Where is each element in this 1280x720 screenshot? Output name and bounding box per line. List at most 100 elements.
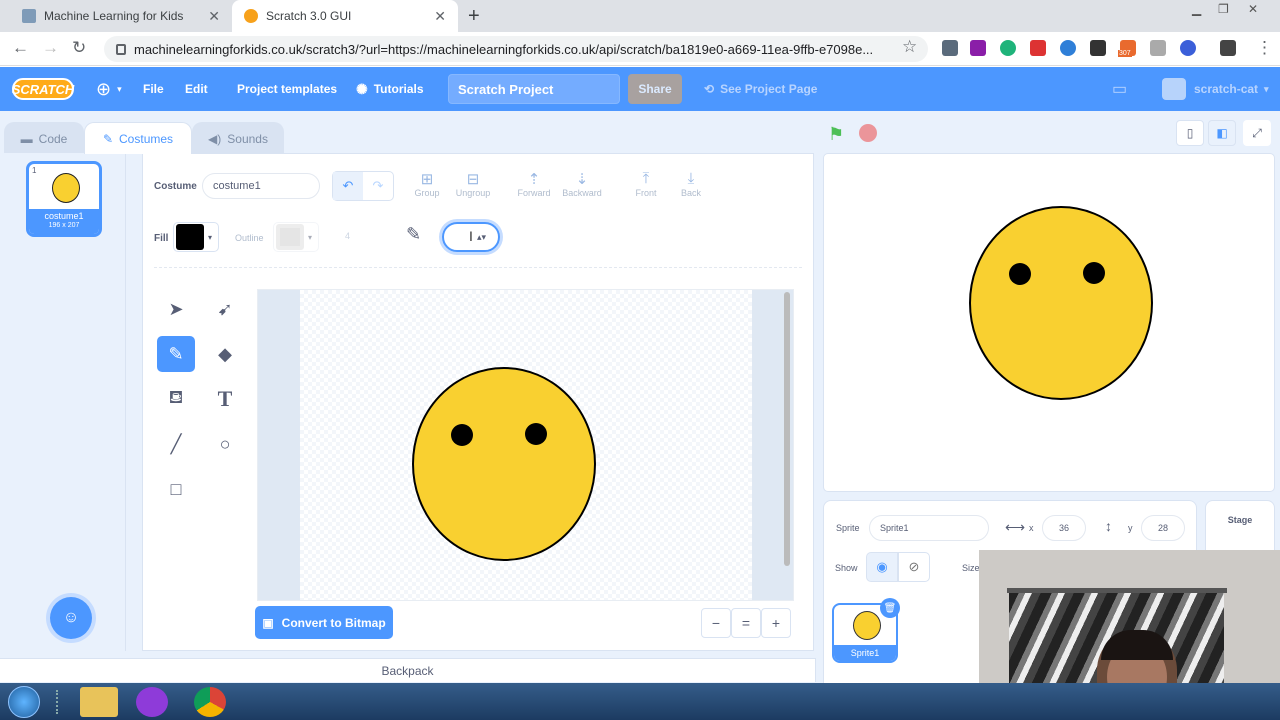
green-flag-icon[interactable]: ⚑ <box>828 124 844 145</box>
screencastify-extension-icon[interactable] <box>1030 40 1046 56</box>
forward-arrow-icon[interactable]: → <box>42 38 59 58</box>
small-stage-icon: ▯ <box>1186 126 1194 140</box>
project-title-input[interactable]: Scratch Project <box>448 74 620 104</box>
back-button[interactable]: ⤓ Back <box>676 170 706 198</box>
restore-window-icon[interactable]: ❐ <box>1218 2 1229 16</box>
profile-extension-icon[interactable] <box>1220 40 1236 56</box>
delete-sprite-button[interactable]: 🗑 <box>880 598 900 618</box>
stop-icon[interactable] <box>859 124 877 142</box>
tab-sounds[interactable]: ◀) Sounds <box>192 122 284 154</box>
screen-recorder-icon[interactable] <box>136 687 168 717</box>
eraser-tool[interactable]: ◆ <box>206 336 244 372</box>
gmail-extension-icon[interactable] <box>1090 40 1106 56</box>
speaker-icon: ◀) <box>208 131 222 146</box>
fill-tool[interactable]: ⛾ <box>157 381 195 417</box>
choose-costume-button[interactable]: ☺ <box>50 597 92 639</box>
redo-icon[interactable]: ↷ <box>363 172 393 200</box>
extension-icon[interactable] <box>1180 40 1196 56</box>
tab-code[interactable]: ▬ Code <box>4 122 84 154</box>
browser-tab-ml4k[interactable]: Machine Learning for Kids ✕ <box>10 0 232 32</box>
canvas-scrollbar[interactable] <box>784 292 790 566</box>
outline-color-picker[interactable]: ▾ <box>273 222 319 252</box>
small-stage-button[interactable]: ▯ <box>1176 120 1204 146</box>
reload-icon[interactable]: ↻ <box>72 38 86 58</box>
code-icon: ▬ <box>20 131 33 146</box>
share-extension-icon[interactable] <box>1060 40 1076 56</box>
line-tool[interactable]: ╱ <box>157 426 195 462</box>
costume-number: 1 <box>32 166 37 175</box>
my-stuff-folder-icon[interactable]: ▭ <box>1112 67 1127 111</box>
show-hidden-button[interactable]: ⊘ <box>898 552 930 582</box>
language-globe-icon[interactable]: ⊕ ▾ <box>96 67 122 111</box>
username: scratch-cat <box>1194 82 1259 96</box>
fullscreen-button[interactable]: ⤢ <box>1243 120 1271 146</box>
url-field[interactable]: machinelearningforkids.co.uk/scratch3/?u… <box>104 36 928 62</box>
circle-tool[interactable]: ○ <box>206 426 244 462</box>
show-visible-button[interactable]: ◉ <box>866 552 898 582</box>
brush-tool[interactable]: ✎ <box>157 336 195 372</box>
browser-tab-scratch[interactable]: Scratch 3.0 GUI ✕ <box>232 0 458 32</box>
tab-title: Machine Learning for Kids <box>44 9 184 23</box>
stage[interactable] <box>823 153 1275 492</box>
edit-menu[interactable]: Edit <box>185 67 208 111</box>
group-button[interactable]: ⊞ Group <box>412 170 442 198</box>
tutorials-button[interactable]: ✺ Tutorials <box>356 67 424 111</box>
minimize-window-icon[interactable]: ▁ <box>1192 2 1201 16</box>
backward-icon: ⇣ <box>575 171 589 188</box>
ungroup-button[interactable]: ⊟ Ungroup <box>454 170 492 198</box>
costume-name-input[interactable]: costume1 <box>202 173 320 199</box>
zoom-in-button[interactable]: + <box>761 608 791 638</box>
dropbox-extension-icon[interactable] <box>942 40 958 56</box>
file-menu[interactable]: File <box>143 67 164 111</box>
account-menu[interactable]: scratch-cat ▾ <box>1194 67 1269 111</box>
rectangle-tool[interactable]: □ <box>157 471 195 507</box>
see-project-page-button[interactable]: ⟲ See Project Page <box>704 67 817 111</box>
text-tool[interactable]: T <box>206 381 244 417</box>
costume-tile[interactable]: 1 costume1 196 x 207 <box>26 161 102 237</box>
spinner-arrows-icon[interactable]: ▴▾ <box>477 232 486 243</box>
share-button[interactable]: Share <box>628 74 682 104</box>
bookmark-star-icon[interactable]: ☆ <box>902 37 917 57</box>
onenote-extension-icon[interactable] <box>970 40 986 56</box>
reshape-tool[interactable]: ➹ <box>206 291 244 327</box>
back-arrow-icon[interactable]: ← <box>12 38 29 58</box>
file-explorer-icon[interactable] <box>80 687 118 717</box>
x-input[interactable]: 36 <box>1042 515 1086 541</box>
large-stage-icon: ◧ <box>1216 126 1228 140</box>
group-icon: ⊞ <box>420 171 434 188</box>
project-templates-menu[interactable]: Project templates <box>237 67 337 111</box>
tab-costumes[interactable]: ✎ Costumes <box>84 122 192 154</box>
select-tool[interactable]: ➤ <box>157 291 195 327</box>
badge-extension-icon[interactable]: 307 <box>1118 40 1136 57</box>
user-avatar[interactable] <box>1162 78 1186 100</box>
undo-icon[interactable]: ↶ <box>333 172 363 200</box>
front-button[interactable]: ⤒ Front <box>630 170 662 198</box>
chrome-menu-icon[interactable]: ⋮ <box>1256 38 1273 58</box>
zoom-out-button[interactable]: − <box>701 608 731 638</box>
close-window-icon[interactable]: ✕ <box>1248 2 1258 16</box>
code-extension-icon[interactable] <box>1150 40 1166 56</box>
backpack-bar[interactable]: Backpack <box>0 658 816 682</box>
large-stage-button[interactable]: ◧ <box>1208 120 1236 146</box>
outline-width-field[interactable]: 4 <box>345 231 350 241</box>
y-input[interactable]: 28 <box>1141 515 1185 541</box>
forward-button[interactable]: ⇡ Forward <box>515 170 553 198</box>
close-tab-icon[interactable]: ✕ <box>434 8 446 25</box>
new-tab-button[interactable]: + <box>468 5 480 28</box>
zoom-reset-button[interactable]: = <box>731 608 761 638</box>
brush-size-input[interactable]: I ▴▾ <box>442 222 500 252</box>
windows-start-icon[interactable] <box>8 686 40 718</box>
scratch-logo[interactable]: SCRATCH <box>12 78 74 100</box>
close-tab-icon[interactable]: ✕ <box>208 8 220 25</box>
tab-title: Scratch 3.0 GUI <box>266 9 352 23</box>
grammarly-extension-icon[interactable] <box>1000 40 1016 56</box>
chrome-icon[interactable] <box>194 687 226 717</box>
sprite-right-eye <box>1083 262 1105 284</box>
front-label: Front <box>635 188 657 198</box>
sprite-name-input[interactable]: Sprite1 <box>869 515 989 541</box>
fill-color-picker[interactable]: ▾ <box>173 222 219 252</box>
convert-to-bitmap-button[interactable]: ▣ Convert to Bitmap <box>255 606 393 639</box>
costume-drawing <box>412 367 596 561</box>
backward-button[interactable]: ⇣ Backward <box>560 170 604 198</box>
paint-canvas[interactable] <box>257 289 794 601</box>
